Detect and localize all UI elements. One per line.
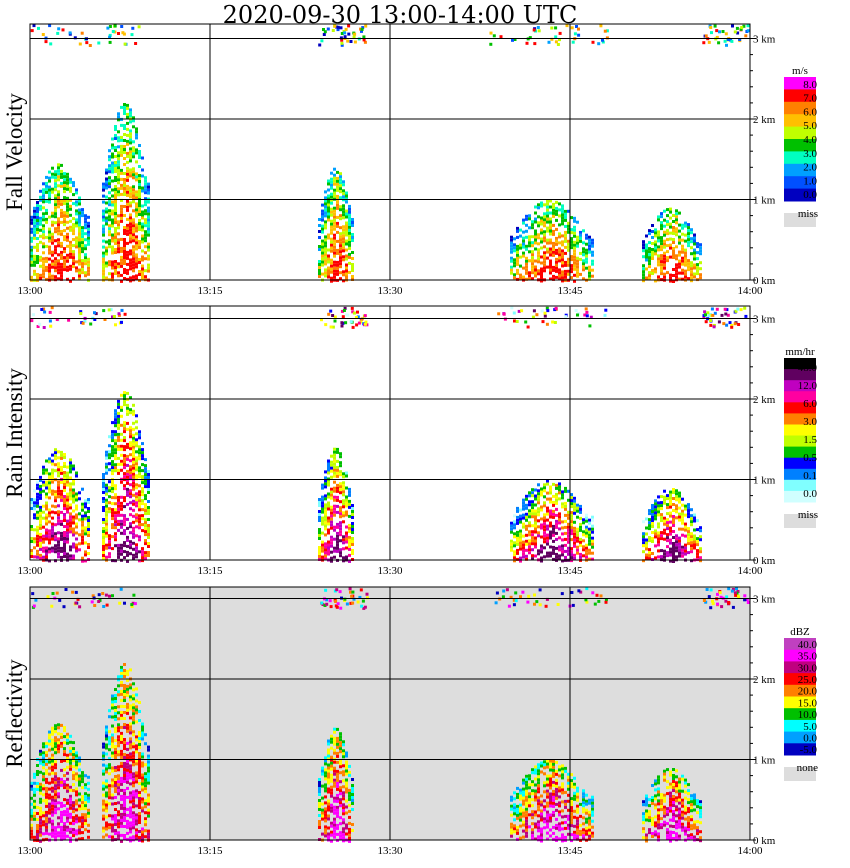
reflectivity-legend-level: 0.0 (803, 732, 817, 744)
rain-intensity-legend-level: 6.0 (803, 398, 817, 410)
reflectivity-legend-level: 40.0 (798, 639, 818, 651)
reflectivity-legend-unit: dBZ (790, 626, 810, 638)
rain-intensity-legend-level: 0.1 (803, 470, 817, 482)
fall-velocity-legend-level: 1.0 (803, 175, 817, 187)
fall-velocity-y-tick-label: 3 km (753, 34, 776, 46)
reflectivity-legend-miss-label: none (797, 762, 819, 774)
rain-intensity-y-tick-label: 2 km (753, 394, 776, 406)
fall-velocity-x-tick-label: 14:00 (737, 285, 763, 297)
reflectivity-legend-level: 25.0 (798, 674, 818, 686)
rain-intensity-legend-miss-label: miss (798, 509, 818, 521)
reflectivity-y-tick-label: 1 km (753, 755, 776, 767)
rain-intensity-x-tick-label: 13:30 (377, 565, 403, 577)
rain-intensity-legend-level: 12.0 (798, 380, 818, 392)
reflectivity-ylabel: Reflectivity (2, 659, 27, 768)
rain-intensity-ylabel: Rain Intensity (2, 368, 27, 498)
fall-velocity-x-tick-label: 13:00 (17, 285, 43, 297)
rain-intensity-x-tick-label: 13:15 (197, 565, 223, 577)
fall-velocity-x-tick-label: 13:30 (377, 285, 403, 297)
reflectivity-legend-level: 20.0 (798, 686, 818, 698)
reflectivity-legend-level: 5.0 (803, 721, 817, 733)
fall-velocity-legend-level: 4.0 (803, 134, 817, 146)
fall-velocity-legend-level: 3.0 (803, 148, 817, 160)
reflectivity-y-tick-label: 2 km (753, 674, 776, 686)
reflectivity-x-tick-label: 14:00 (737, 845, 763, 857)
fall-velocity-legend-level: 5.0 (803, 120, 817, 132)
fall-velocity-legend-level: 6.0 (803, 106, 817, 118)
reflectivity-legend-level: 15.0 (798, 697, 818, 709)
fall-velocity-legend-unit: m/s (792, 65, 808, 77)
rain-intensity-legend-level: 0.5 (803, 452, 817, 464)
fall-velocity-legend-level: 0.0 (803, 189, 817, 201)
reflectivity-legend-level: 35.0 (798, 651, 818, 663)
rain-intensity-y-tick-label: 3 km (753, 314, 776, 326)
reflectivity-x-tick-label: 13:45 (557, 845, 583, 857)
reflectivity-legend-level: 30.0 (798, 662, 818, 674)
rain-intensity-y-tick-label: 1 km (753, 475, 776, 487)
fall-velocity-legend-level: 7.0 (803, 93, 817, 105)
rain-intensity-legend-level: 0.0 (803, 488, 817, 500)
fall-velocity-y-tick-label: 2 km (753, 114, 776, 126)
fall-velocity-ylabel: Fall Velocity (2, 93, 27, 211)
fall-velocity-legend-level: 8.0 (803, 79, 817, 91)
reflectivity-x-tick-label: 13:30 (377, 845, 403, 857)
rain-intensity-x-tick-label: 13:45 (557, 565, 583, 577)
rain-intensity-legend-unit: mm/hr (785, 346, 815, 358)
rain-intensity-x-tick-label: 14:00 (737, 565, 763, 577)
rain-intensity-legend-level: 48.0 (798, 362, 818, 374)
rain-intensity-legend-level: 3.0 (803, 416, 817, 428)
radar-panels: 0 km1 km2 km3 km13:00 13:15 13:30 13:45 14:0… (2, 23, 819, 857)
fall-velocity-x-tick-label: 13:15 (197, 285, 223, 297)
reflectivity-x-tick-label: 13:00 (17, 845, 43, 857)
rain-intensity-x-tick-label: 13:00 (17, 565, 43, 577)
fall-velocity-legend-miss-label: miss (798, 208, 818, 220)
fall-velocity-legend-level: 2.0 (803, 162, 817, 174)
reflectivity-legend-level: -5.0 (800, 744, 818, 756)
rain-intensity-legend-level: 1.5 (803, 434, 817, 446)
fall-velocity-y-tick-label: 1 km (753, 195, 776, 207)
reflectivity-x-tick-label: 13:15 (197, 845, 223, 857)
reflectivity-legend-level: 10.0 (798, 709, 818, 721)
reflectivity-y-tick-label: 3 km (753, 594, 776, 606)
fall-velocity-x-tick-label: 13:45 (557, 285, 583, 297)
